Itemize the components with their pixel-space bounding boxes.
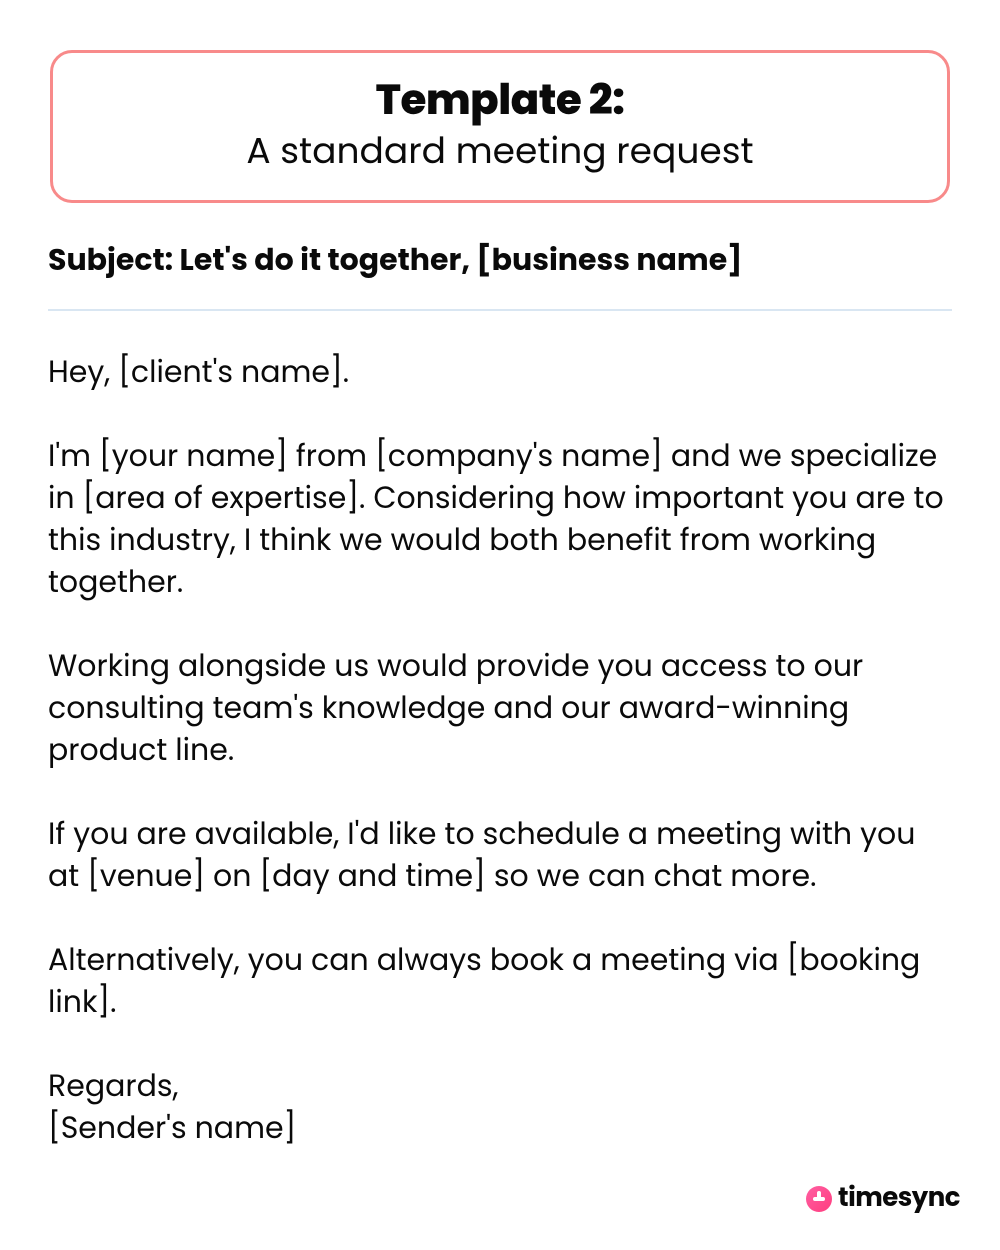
- email-body: Hey, [client's name]. I'm [your name] fr…: [48, 351, 952, 1149]
- template-subtitle: A standard meeting request: [73, 129, 927, 172]
- divider: [48, 309, 952, 311]
- template-header-box: Template 2: A standard meeting request: [50, 50, 950, 203]
- timesync-icon: [806, 1186, 832, 1212]
- brand-logo: timesync: [806, 1179, 960, 1218]
- email-subject: Subject: Let's do it together, [business…: [48, 241, 952, 279]
- brand-name: timesync: [838, 1179, 960, 1218]
- template-title: Template 2:: [73, 77, 927, 123]
